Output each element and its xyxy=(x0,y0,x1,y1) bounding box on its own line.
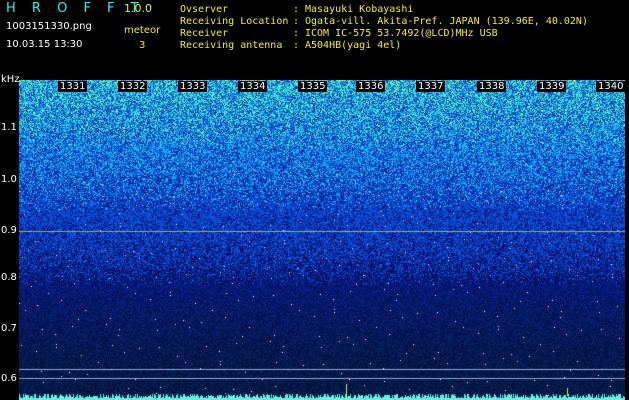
antenna-value: A504HB(yagi 4el) xyxy=(305,40,402,51)
spectrogram-plot xyxy=(19,80,625,400)
receiver-label: Receiver xyxy=(180,28,229,39)
time-tick-1336: 1336 xyxy=(356,81,386,92)
antenna-colon: : xyxy=(293,40,300,51)
receiver-value: ICOM IC-575 53.7492(@LCD)MHz USB xyxy=(305,28,498,39)
location-value: Ogata-vill. Akita-Pref. JAPAN (139.96E, … xyxy=(305,16,588,27)
meteor-label: meteor xyxy=(124,25,161,36)
y-label-1-0: 1.0 xyxy=(1,174,17,185)
antenna-label: Receiving antenna xyxy=(180,40,283,51)
time-tick-1334: 1334 xyxy=(238,81,268,92)
time-tick-1338: 1338 xyxy=(477,81,507,92)
time-tick-1331: 1331 xyxy=(58,81,88,92)
y-axis-unit: kHz xyxy=(1,74,20,85)
location-label: Receiving Location xyxy=(180,16,289,27)
y-label-0-9: 0.9 xyxy=(1,225,17,236)
time-tick-1332: 1332 xyxy=(118,81,148,92)
location-colon: : xyxy=(293,16,300,27)
time-tick-1333: 1333 xyxy=(178,81,208,92)
meteor-count: 3 xyxy=(139,40,146,51)
hroffft-window: H R O F F T 1.0.0 1003151330.png meteor … xyxy=(0,0,629,400)
observer-label: Ovserver xyxy=(180,4,229,15)
y-label-0-8: 0.8 xyxy=(1,272,17,283)
time-tick-1335: 1335 xyxy=(298,81,328,92)
receiver-colon: : xyxy=(293,28,300,39)
observer-colon: : xyxy=(293,4,300,15)
time-tick-1337: 1337 xyxy=(416,81,446,92)
image-filename: 1003151330.png xyxy=(6,21,92,32)
y-label-0-7: 0.7 xyxy=(1,323,17,334)
app-version: 1.0.0 xyxy=(124,2,152,15)
y-label-0-6: 0.6 xyxy=(1,373,17,384)
time-tick-1340: 1340 xyxy=(596,81,626,92)
observer-value: Masayuki Kobayashi xyxy=(305,4,414,15)
capture-datetime: 10.03.15 13:30 xyxy=(6,39,83,50)
time-tick-1339: 1339 xyxy=(537,81,567,92)
y-label-1-1: 1.1 xyxy=(1,122,17,133)
